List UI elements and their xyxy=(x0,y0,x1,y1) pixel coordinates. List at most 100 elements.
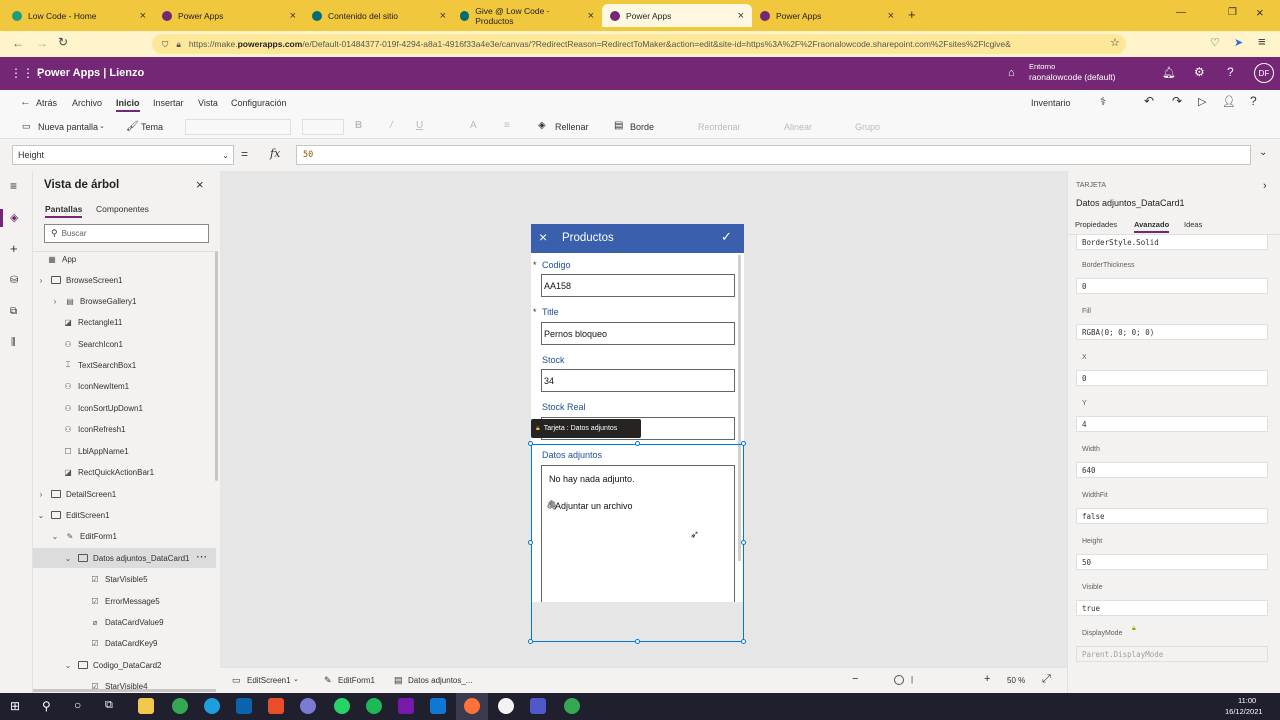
x-input[interactable]: 0 xyxy=(1076,370,1268,386)
border-thickness-input[interactable]: 0 xyxy=(1076,278,1268,294)
store-icon[interactable] xyxy=(268,698,284,714)
reload-icon[interactable]: ↻ xyxy=(58,35,68,49)
tab-ideas[interactable]: Ideas xyxy=(1184,220,1202,229)
formula-input[interactable]: 50 xyxy=(296,145,1251,165)
restore-icon[interactable]: ❐ xyxy=(1228,7,1237,18)
reorder-button[interactable]: Reordenar xyxy=(698,122,741,132)
tree-node-editscreen[interactable]: ⌄ EditScreen1 xyxy=(36,505,110,525)
attach-file-link[interactable]: Adjuntar un archivo xyxy=(555,501,633,511)
browser-tab[interactable]: Low Code - Home × xyxy=(4,4,154,27)
environment-value[interactable]: raonalowcode (default) xyxy=(1029,72,1115,82)
whatsapp-icon[interactable] xyxy=(334,698,350,714)
back-button[interactable]: Atrás xyxy=(36,98,57,108)
browser-tab-active[interactable]: Power Apps × xyxy=(602,4,752,27)
lock-app-icon[interactable] xyxy=(498,698,514,714)
app-icon[interactable] xyxy=(300,698,316,714)
avatar[interactable]: DF xyxy=(1254,63,1274,83)
hamburger-icon[interactable]: ≡ xyxy=(10,179,17,193)
property-select[interactable]: Height ⌄ xyxy=(12,145,234,165)
tab-avanzado[interactable]: Avanzado xyxy=(1134,220,1170,233)
resize-handle[interactable] xyxy=(635,639,640,644)
close-tab-icon[interactable]: × xyxy=(140,10,146,22)
onenote-icon[interactable] xyxy=(398,698,414,714)
tree-node-codigo-card[interactable]: ⌄ Codigo_DataCard2 xyxy=(63,655,162,675)
fill-button[interactable]: Rellenar xyxy=(555,122,589,132)
close-icon[interactable]: × xyxy=(196,177,204,192)
tab-screens[interactable]: Pantallas xyxy=(45,204,83,218)
resize-handle[interactable] xyxy=(741,639,746,644)
font-size-select[interactable] xyxy=(302,119,344,135)
fit-to-window-icon[interactable]: ⤢ xyxy=(1042,673,1051,686)
task-view-icon[interactable]: ⧉ xyxy=(105,699,113,712)
file-explorer-icon[interactable] xyxy=(138,698,154,714)
back-icon[interactable]: ← xyxy=(20,96,31,108)
tree-node-textsearchbox[interactable]: ⌶ TextSearchBox1 xyxy=(63,355,137,375)
insert-plus-icon[interactable]: + xyxy=(10,241,18,256)
underline-icon[interactable]: U xyxy=(416,120,423,131)
help-question-icon[interactable]: ? xyxy=(1250,94,1257,108)
height-input[interactable]: 50 xyxy=(1076,554,1268,570)
data-cylinder-icon[interactable]: ⛁ xyxy=(10,275,18,286)
chevron-right-icon[interactable]: › xyxy=(1263,180,1267,192)
chrome-icon[interactable] xyxy=(172,698,188,714)
tree-node-datacardvalue9[interactable]: ⌀ DataCardValue9 xyxy=(90,612,164,632)
tree-node-browsescreen[interactable]: › BrowseScreen1 xyxy=(36,270,123,290)
spotify-icon[interactable] xyxy=(366,698,382,714)
visible-input[interactable]: true xyxy=(1076,600,1268,616)
url-input[interactable]: ⛉ 🔒︎ https://make.powerapps.com/e/Defaul… xyxy=(152,34,1126,54)
mail-icon[interactable] xyxy=(236,698,252,714)
font-family-select[interactable] xyxy=(185,119,291,135)
new-screen-button[interactable]: Nueva pantalla xyxy=(38,122,98,132)
extension-icon[interactable]: ➤ xyxy=(1234,36,1243,49)
menu-configuracion[interactable]: Configuración xyxy=(231,98,287,108)
more-options-icon[interactable]: ⋯ xyxy=(196,550,207,563)
tree-horizontal-scrollbar[interactable] xyxy=(33,689,216,692)
forward-arrow-icon[interactable]: → xyxy=(36,36,48,50)
tree-node-browsegallery[interactable]: › ▤ BrowseGallery1 xyxy=(50,291,137,311)
back-arrow-icon[interactable]: ← xyxy=(12,36,24,50)
firefox-icon[interactable] xyxy=(464,698,480,714)
tree-search-input[interactable]: ⚲ Buscar xyxy=(44,224,209,243)
teams-icon[interactable] xyxy=(530,698,546,714)
breadcrumb-editscreen[interactable]: EditScreen1 xyxy=(247,676,291,685)
media-icon[interactable]: ⧉ xyxy=(10,306,17,317)
text-align-icon[interactable]: ≡ xyxy=(504,120,510,131)
tree-node-errormessage5[interactable]: ☑ ErrorMessage5 xyxy=(90,591,159,611)
menu-archivo[interactable]: Archivo xyxy=(72,98,102,108)
close-tab-icon[interactable]: × xyxy=(588,10,594,22)
settings-gear-icon[interactable]: ⚙ xyxy=(1194,65,1205,79)
resize-handle[interactable] xyxy=(528,639,533,644)
group-button[interactable]: Grupo xyxy=(855,122,880,132)
control-name[interactable]: Datos adjuntos_DataCard1 xyxy=(1076,198,1185,208)
tree-node-detailscreen[interactable]: › DetailScreen1 xyxy=(36,484,117,504)
tree-node-datacardkey9[interactable]: ☑ DataCardKey9 xyxy=(90,633,157,653)
play-icon[interactable]: ▷ xyxy=(1198,95,1206,108)
widthfit-input[interactable]: false xyxy=(1076,508,1268,524)
font-color-icon[interactable]: A xyxy=(470,120,477,131)
close-tab-icon[interactable]: × xyxy=(888,10,894,22)
browser-tab[interactable]: Power Apps × xyxy=(154,4,304,27)
close-window-icon[interactable]: × xyxy=(1256,5,1264,20)
menu-insertar[interactable]: Insertar xyxy=(153,98,184,108)
expand-chevron-icon[interactable]: ⌄ xyxy=(1259,147,1267,158)
close-tab-icon[interactable]: × xyxy=(290,10,296,22)
tools-icon[interactable]: ⫼ xyxy=(11,337,16,348)
zoom-in-icon[interactable]: + xyxy=(984,673,990,685)
chrome-icon[interactable] xyxy=(564,698,580,714)
inventory-button[interactable]: Inventario xyxy=(1031,98,1071,108)
theme-button[interactable]: Tema xyxy=(141,122,163,132)
fx-icon[interactable]: fx xyxy=(270,147,280,160)
zoom-slider-thumb[interactable] xyxy=(894,675,904,685)
cortana-icon[interactable]: ○ xyxy=(74,698,81,712)
search-icon[interactable]: ⚲ xyxy=(42,699,51,713)
outlook-icon[interactable] xyxy=(430,698,446,714)
width-input[interactable]: 640 xyxy=(1076,462,1268,478)
breadcrumb-card[interactable]: Datos adjuntos_... xyxy=(408,676,472,685)
y-input[interactable]: 4 xyxy=(1076,416,1268,432)
attachments-control[interactable]: No hay nada adjunto. 🖇︎ Adjuntar un arch… xyxy=(541,465,735,602)
border-style-value[interactable]: BorderStyle.Solid xyxy=(1076,234,1268,250)
zoom-slider-track[interactable]: | xyxy=(911,675,913,684)
tab-propiedades[interactable]: Propiedades xyxy=(1075,220,1117,229)
windows-start-icon[interactable]: ⊞ xyxy=(10,699,20,713)
tab-components[interactable]: Componentes xyxy=(96,204,149,214)
